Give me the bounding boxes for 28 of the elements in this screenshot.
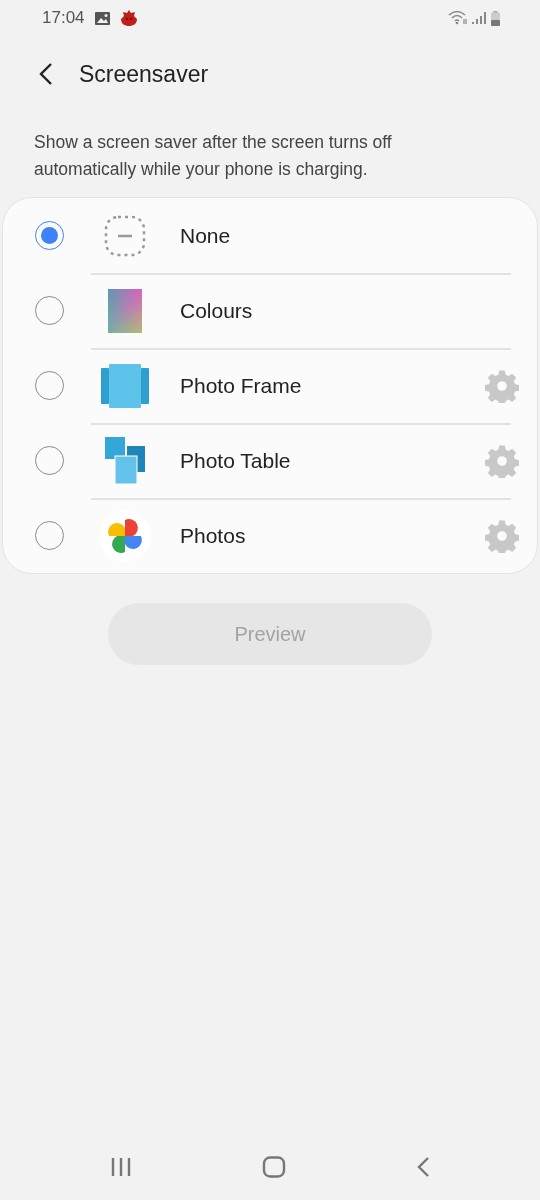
option-row[interactable]: None [3, 198, 537, 273]
recent-apps-icon[interactable] [110, 1157, 132, 1177]
home-icon[interactable] [262, 1156, 286, 1178]
description: Show a screen saver after the screen turns off automatically while your phone is charging. [33, 131, 393, 181]
option-row[interactable]: Photo Table [3, 423, 537, 498]
option-label: Photos [180, 522, 247, 549]
wifi-icon [448, 10, 468, 26]
signal-icon [472, 11, 486, 25]
page-title: Screensaver [79, 59, 209, 89]
gradient-icon [108, 288, 142, 333]
settings-button[interactable] [485, 368, 519, 403]
settings-button[interactable] [485, 518, 519, 553]
option-row[interactable]: Photos [3, 498, 537, 573]
option-label: None [180, 222, 232, 249]
app-icon [119, 9, 138, 27]
photo-stack-icon [105, 436, 145, 485]
option-label: Colours [180, 297, 254, 324]
image-icon [94, 11, 110, 25]
back-icon[interactable] [416, 1156, 430, 1178]
photo-frame-icon [101, 363, 149, 408]
battery-icon [491, 10, 500, 26]
option-label: Photo Table [180, 447, 292, 474]
clock: 17:04 [42, 7, 85, 30]
option-row[interactable]: Photo Frame [3, 348, 537, 423]
dash-icon [103, 213, 147, 258]
option-label: Photo Frame [180, 372, 303, 399]
option-row[interactable]: Colours [3, 273, 537, 348]
settings-button[interactable] [485, 443, 519, 478]
